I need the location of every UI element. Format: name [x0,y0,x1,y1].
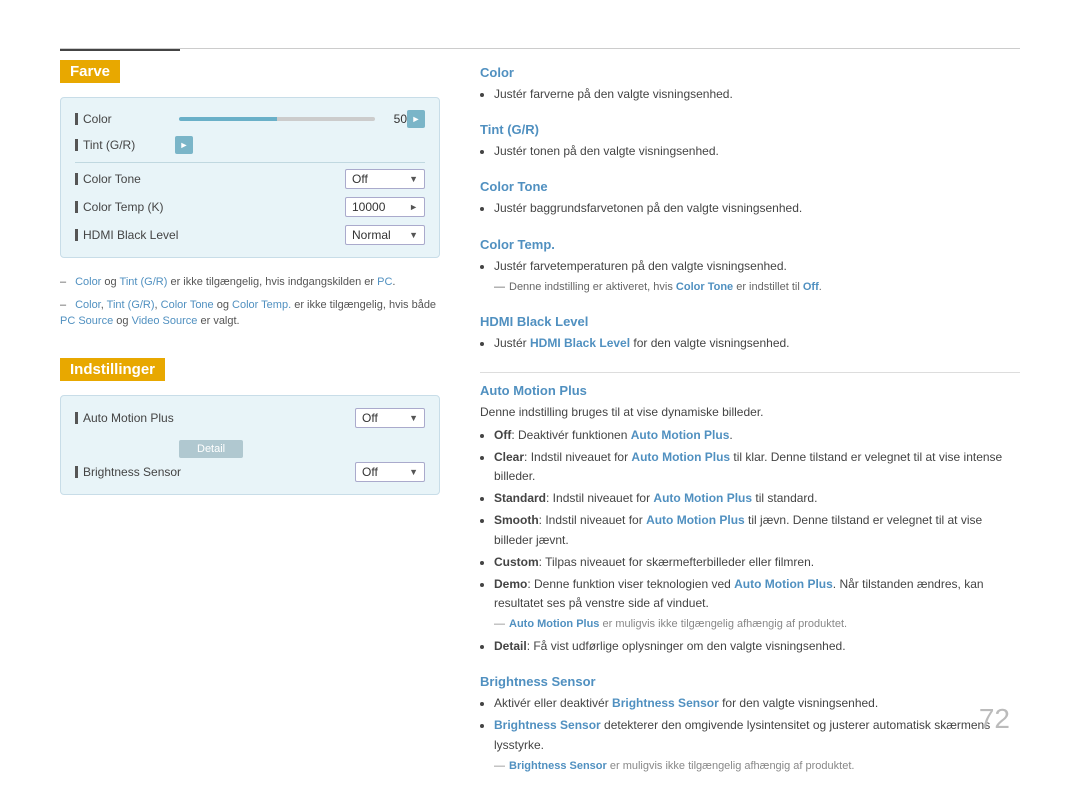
hdmi-row: HDMI Black Level Normal ▼ [75,225,425,245]
page-number: 72 [979,703,1010,735]
color-temp-note: Denne indstilling er aktiveret, hvis Col… [494,279,1020,297]
desc-hdmi: HDMI Black Level Justér HDMI Black Level… [480,314,1020,353]
hdmi-select[interactable]: Normal ▼ [345,225,425,245]
tint-row: Tint (G/R) ► [75,136,425,154]
color-tone-bar [75,173,78,185]
color-temp-arrow: ► [409,202,418,212]
desc-tint-title: Tint (G/R) [480,122,1020,137]
color-row: Color 50 ► [75,110,425,128]
color-tone-select[interactable]: Off ▼ [345,169,425,189]
desc-color-temp-title: Color Temp. [480,237,1020,252]
hdmi-arrow: ▼ [409,230,418,240]
control-divider [75,162,425,163]
tint-slider-wrap: ► [175,136,425,154]
tint-bar [75,139,78,151]
farve-header: Farve [60,60,120,83]
brightness-label: Brightness Sensor [75,465,195,479]
detail-button[interactable]: Detail [179,440,243,458]
brightness-note: Brightness Sensor er muligvis ikke tilgæ… [494,758,1020,776]
desc-color: Color Justér farverne på den valgte visn… [480,65,1020,104]
color-slider[interactable] [179,117,375,121]
color-tone-label: Color Tone [75,172,195,186]
tint-arrow[interactable]: ► [175,136,193,154]
tint-label: Tint (G/R) [75,138,175,152]
brightness-select[interactable]: Off ▼ [355,462,425,482]
auto-motion-note1: Auto Motion Plus er muligvis ikke tilgæn… [494,616,1020,634]
desc-hdmi-text: Justér HDMI Black Level for den valgte v… [480,334,1020,353]
color-tone-arrow: ▼ [409,174,418,184]
desc-color-tone-text: Justér baggrundsfarvetonen på den valgte… [480,199,1020,218]
auto-motion-arrow: ▼ [409,413,418,423]
farve-control-box: Color 50 ► Tint (G/R) ► [60,97,440,258]
desc-color-title: Color [480,65,1020,80]
desc-auto-motion-title: Auto Motion Plus [480,383,1020,398]
hdmi-bar [75,229,78,241]
desc-brightness-title: Brightness Sensor [480,674,1020,689]
desc-auto-motion: Auto Motion Plus Denne indstilling bruge… [480,383,1020,657]
auto-motion-label: Auto Motion Plus [75,411,195,425]
color-bar [75,113,78,125]
right-column: Color Justér farverne på den valgte visn… [480,65,1020,793]
desc-color-tone-title: Color Tone [480,179,1020,194]
color-tone-row: Color Tone Off ▼ [75,169,425,189]
farve-section: Farve Color 50 ► Tint (G/R) [60,60,440,330]
hdmi-label: HDMI Black Level [75,228,195,242]
color-temp-label: Color Temp (K) [75,200,195,214]
color-temp-bar [75,201,78,213]
indstillinger-section: Indstillinger Auto Motion Plus Off ▼ Det… [60,358,440,495]
farve-note-1: – Color og Tint (G/R) er ikke tilgængeli… [60,274,440,291]
color-label: Color [75,112,175,126]
color-arrow[interactable]: ► [407,110,425,128]
desc-color-tone: Color Tone Justér baggrundsfarvetonen på… [480,179,1020,218]
color-temp-row: Color Temp (K) 10000 ► [75,197,425,217]
color-temp-select[interactable]: 10000 ► [345,197,425,217]
desc-hdmi-title: HDMI Black Level [480,314,1020,329]
farve-note-2: – Color, Tint (G/R), Color Tone og Color… [60,297,440,330]
desc-brightness: Brightness Sensor Aktivér eller deaktivé… [480,674,1020,775]
right-divider [480,372,1020,373]
desc-color-temp-text: Justér farvetemperaturen på den valgte v… [480,257,1020,297]
auto-motion-bar [75,412,78,424]
auto-motion-row: Auto Motion Plus Off ▼ [75,408,425,428]
desc-tint: Tint (G/R) Justér tonen på den valgte vi… [480,122,1020,161]
color-slider-wrap: 50 ► [175,110,425,128]
brightness-row: Brightness Sensor Off ▼ [75,462,425,482]
indstillinger-header: Indstillinger [60,358,165,381]
desc-color-text: Justér farverne på den valgte visningsen… [480,85,1020,104]
auto-motion-select[interactable]: Off ▼ [355,408,425,428]
color-value: 50 [379,112,407,126]
desc-brightness-content: Aktivér eller deaktivér Brightness Senso… [480,694,1020,775]
brightness-arrow: ▼ [409,467,418,477]
desc-color-temp: Color Temp. Justér farvetemperaturen på … [480,237,1020,297]
indstillinger-control-box: Auto Motion Plus Off ▼ Detail Brightness… [60,395,440,495]
top-divider [60,48,1020,49]
brightness-bar [75,466,78,478]
desc-tint-text: Justér tonen på den valgte visningsenhed… [480,142,1020,161]
left-column: Farve Color 50 ► Tint (G/R) [60,60,440,511]
desc-auto-motion-content: Denne indstilling bruges til at vise dyn… [480,403,1020,657]
